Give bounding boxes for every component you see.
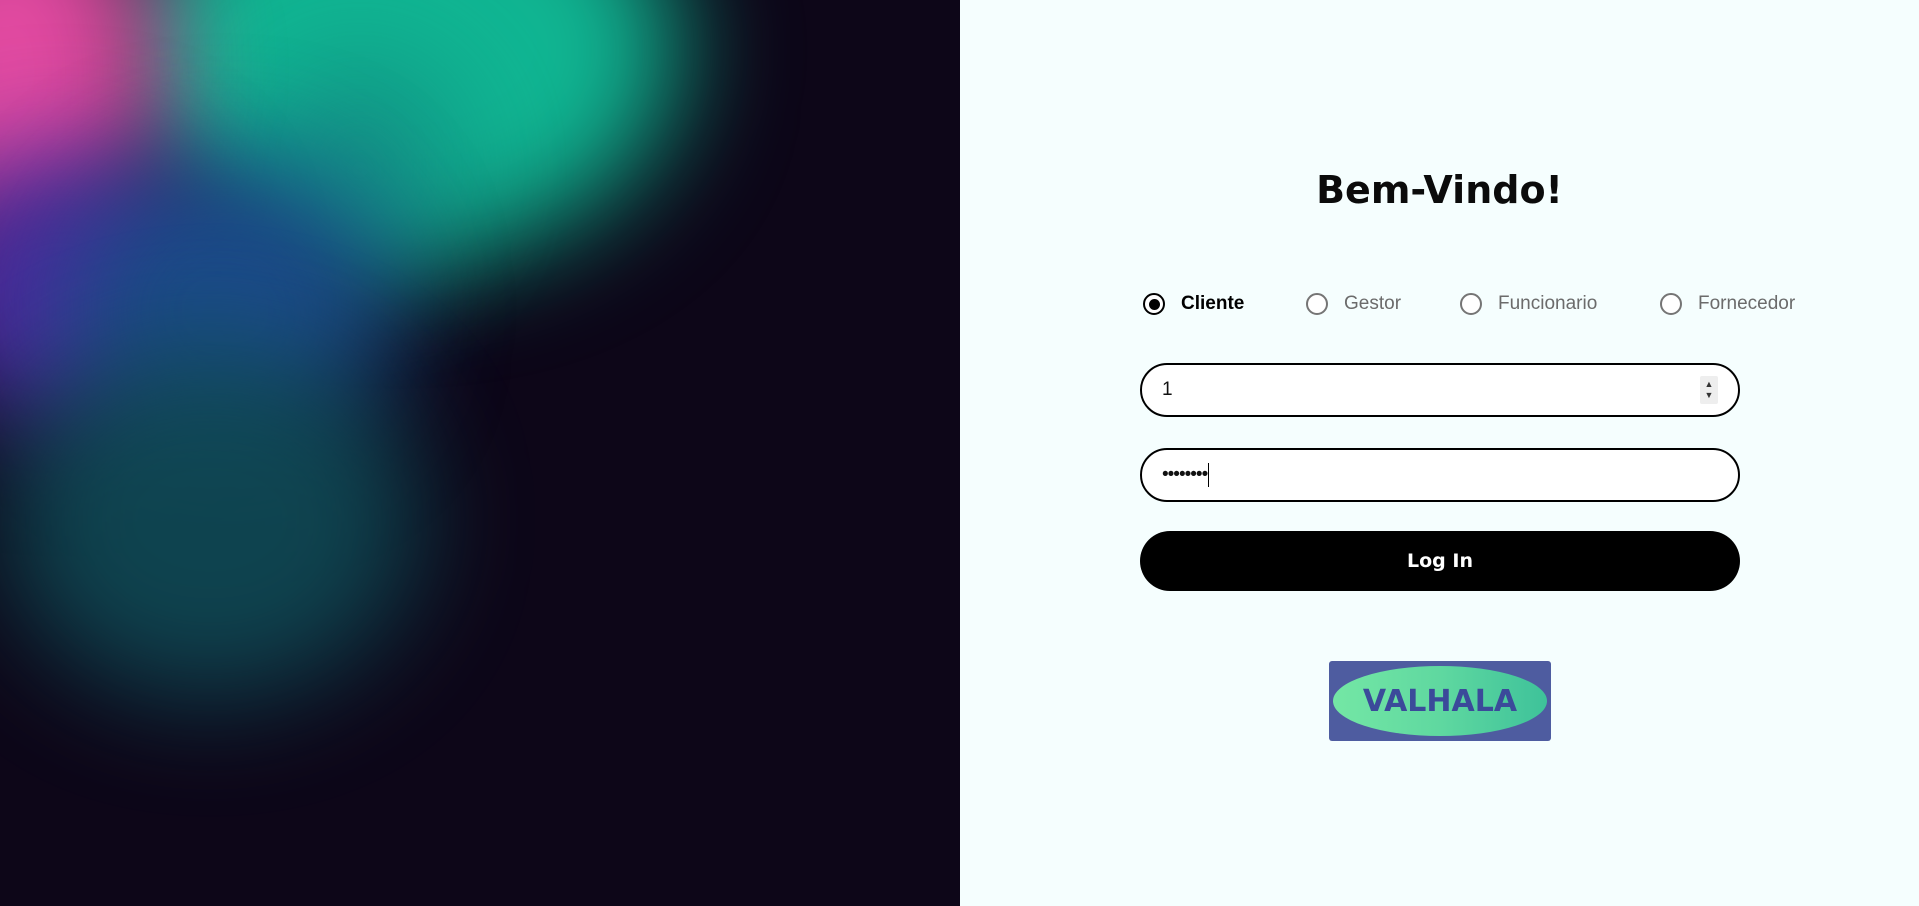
id-field[interactable]: ▲ ▼ xyxy=(1140,363,1740,417)
role-option-cliente[interactable]: Cliente xyxy=(1143,286,1244,322)
role-option-fornecedor[interactable]: Fornecedor xyxy=(1660,286,1795,322)
role-label: Funcionario xyxy=(1498,293,1598,314)
role-option-gestor[interactable]: Gestor xyxy=(1306,286,1401,322)
text-caret xyxy=(1208,463,1210,487)
radio-button[interactable] xyxy=(1660,293,1682,315)
radio-button[interactable] xyxy=(1460,293,1482,315)
password-input[interactable]: •••••••• xyxy=(1162,464,1208,486)
login-button[interactable]: Log In xyxy=(1140,531,1740,591)
logo-ellipse: VALHALA xyxy=(1333,666,1547,736)
spinner-down-icon[interactable]: ▼ xyxy=(1705,390,1714,401)
login-page: Bem-Vindo! Cliente Gestor Funcionario Fo… xyxy=(0,0,1919,906)
valhala-logo: VALHALA xyxy=(1329,661,1551,741)
logo-text: VALHALA xyxy=(1362,683,1518,719)
id-input[interactable] xyxy=(1162,379,1700,401)
page-title: Bem-Vindo! xyxy=(1316,168,1563,212)
spinner-up-icon[interactable]: ▲ xyxy=(1705,379,1714,390)
password-field[interactable]: •••••••• xyxy=(1140,448,1740,502)
role-label: Cliente xyxy=(1181,293,1245,314)
role-label: Fornecedor xyxy=(1698,293,1796,314)
radio-button[interactable] xyxy=(1306,293,1328,315)
login-panel: Bem-Vindo! Cliente Gestor Funcionario Fo… xyxy=(960,0,1919,906)
role-label: Gestor xyxy=(1344,293,1402,314)
role-option-funcionario[interactable]: Funcionario xyxy=(1460,286,1597,322)
radio-button-checked[interactable] xyxy=(1143,293,1165,315)
gradient-blob xyxy=(0,340,420,700)
number-spinner[interactable]: ▲ ▼ xyxy=(1700,376,1718,404)
decorative-gradient-panel xyxy=(0,0,960,906)
role-selector: Cliente Gestor Funcionario Fornecedor xyxy=(960,286,1919,322)
